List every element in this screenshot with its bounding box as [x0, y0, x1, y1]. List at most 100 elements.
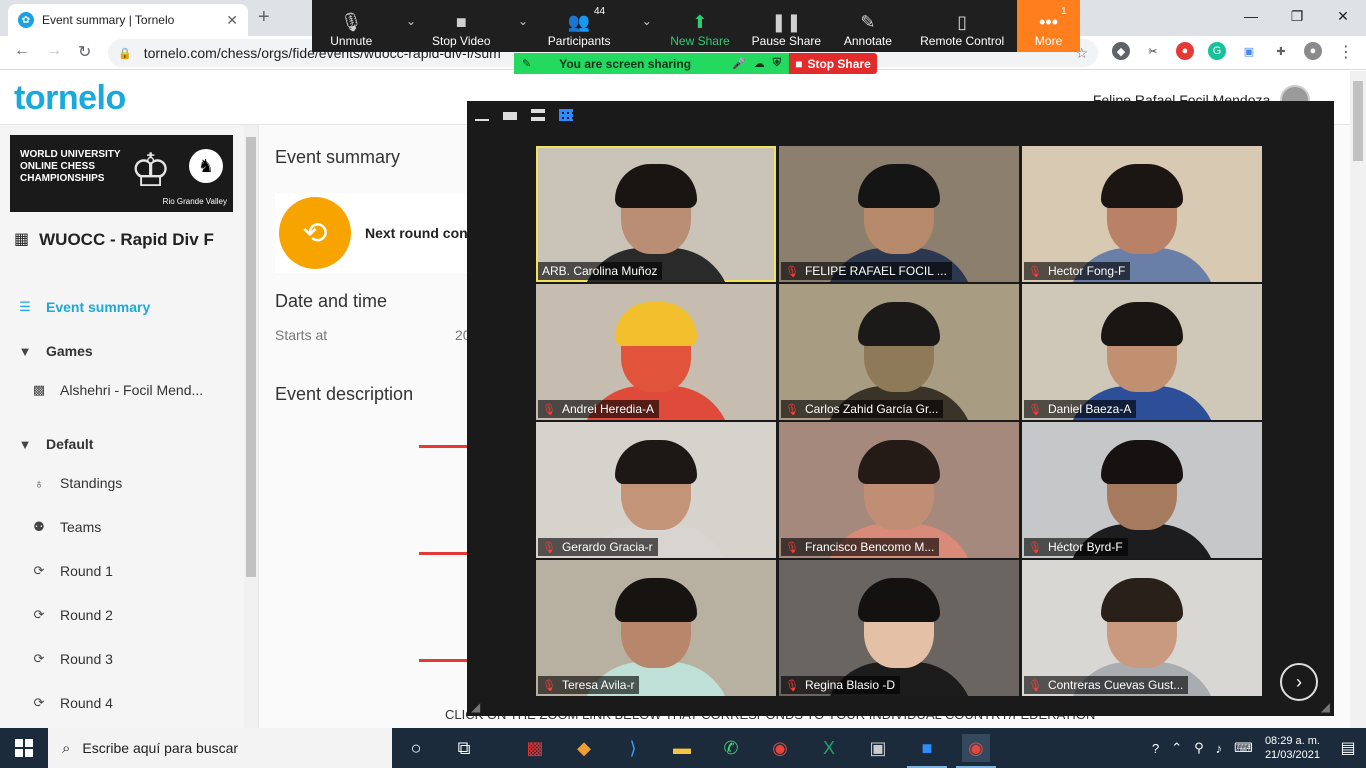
back-arrow-icon[interactable]: ←	[14, 42, 30, 60]
new-share-button[interactable]: ⬆ New Share	[656, 0, 744, 52]
button-label: Stop Share	[807, 56, 871, 71]
whatsapp-icon[interactable]: ✆	[717, 734, 745, 762]
red-divider	[419, 445, 469, 448]
participants-count: 44	[594, 6, 606, 17]
nav-label: Round 3	[60, 651, 113, 667]
gallery-view-icon[interactable]	[559, 109, 573, 121]
chevron-up-icon[interactable]: ⌃	[1171, 740, 1182, 756]
muted-microphone-icon: 🎙	[542, 541, 556, 554]
shield-icon: ⛨	[772, 57, 781, 69]
round-icon: ⟳	[33, 607, 45, 622]
forward-arrow-icon[interactable]: →	[46, 42, 62, 60]
video-camera-icon: ■	[455, 12, 467, 32]
remote-control-button[interactable]: ▯ Remote Control	[907, 0, 1017, 52]
chrome-icon[interactable]: ◉	[766, 734, 794, 762]
vscode-icon[interactable]: ⟩	[619, 734, 647, 762]
zoom-app-icon[interactable]: ■	[907, 734, 947, 768]
nav-round-4[interactable]: ⟳ Round 4	[28, 695, 258, 711]
nav-event-summary[interactable]: ☰ Event summary	[14, 299, 244, 315]
video-tile[interactable]: 🎙 Hector Fong-F	[1022, 146, 1262, 282]
video-tile[interactable]: 🎙 Gerardo Gracia-r	[536, 422, 776, 558]
nav-default-group[interactable]: ▼ Default	[14, 436, 244, 452]
event-title-text: WUOCC - Rapid Div F	[39, 230, 214, 249]
stop-share-button[interactable]: ■ Stop Share	[789, 53, 877, 74]
medal-icon: ♁	[34, 475, 44, 491]
pause-share-button[interactable]: ❚❚ Pause Share	[744, 0, 828, 52]
scissors-extension-icon[interactable]: ✂	[1144, 42, 1162, 60]
video-tile[interactable]: 🎙 Daniel Baeza-A	[1022, 284, 1262, 420]
video-tile[interactable]: 🎙 Contreras Cuevas Gust...	[1022, 560, 1262, 696]
participant-name: Francisco Bencomo M...	[804, 540, 935, 554]
network-icon[interactable]: ⚲	[1194, 740, 1204, 756]
event-banner: WORLD UNIVERSITY ONLINE CHESS CHAMPIONSH…	[10, 135, 233, 212]
nav-game-item[interactable]: ▩ Alshehri - Focil Mend...	[28, 382, 258, 398]
clock[interactable]: 08:29 a. m. 21/03/2021	[1265, 734, 1320, 762]
unmute-button[interactable]: 🎙 Unmute	[312, 0, 391, 52]
file-explorer-icon[interactable]: ▬	[668, 734, 696, 762]
nav-games-group[interactable]: ▼ Games	[14, 343, 244, 359]
speaker-view-icon[interactable]	[503, 112, 517, 120]
close-window-icon[interactable]: ✕	[1320, 0, 1366, 32]
video-options-caret[interactable]: ⌄	[503, 0, 532, 52]
video-tile[interactable]: 🎙 FELIPE RAFAEL FOCIL ...	[779, 146, 1019, 282]
video-tile[interactable]: 🎙 Carlos Zahid García Gr...	[779, 284, 1019, 420]
translate-extension-icon[interactable]: ▣	[1240, 42, 1258, 60]
banner-title: WORLD UNIVERSITY ONLINE CHESS CHAMPIONSH…	[20, 149, 121, 184]
tab-close-icon[interactable]: ✕	[226, 12, 238, 29]
more-button[interactable]: 1 ••• More	[1017, 0, 1081, 52]
resize-grip-icon[interactable]: ◢	[471, 700, 480, 714]
task-view-icon[interactable]: ⧉	[450, 734, 478, 762]
profile-avatar-icon[interactable]: ●	[1304, 42, 1322, 60]
tornelo-logo[interactable]: tornelo	[14, 79, 126, 118]
pin-icon[interactable]: ✎	[522, 57, 531, 70]
resize-grip-icon[interactable]: ◢	[1321, 700, 1330, 714]
nav-round-2[interactable]: ⟳ Round 2	[28, 607, 258, 623]
taskbar-search[interactable]: ⌕ Escribe aquí para buscar	[48, 728, 392, 768]
extension-icon[interactable]: ◆	[1112, 42, 1130, 60]
chess-app-icon[interactable]: ▩	[521, 734, 549, 762]
participants-button[interactable]: 44 👥 Participants	[532, 0, 626, 52]
new-tab-button[interactable]: +	[258, 6, 270, 29]
video-tile[interactable]: 🎙 Regina Blasio -D	[779, 560, 1019, 696]
grammarly-extension-icon[interactable]: G	[1208, 42, 1226, 60]
video-tile[interactable]: 🎙 Héctor Byrd-F	[1022, 422, 1262, 558]
nav-round-1[interactable]: ⟳ Round 1	[28, 563, 258, 579]
nav-standings[interactable]: ♁ Standings	[28, 475, 258, 491]
page-scrollbar-thumb[interactable]	[1353, 81, 1363, 161]
photos-icon[interactable]: ▣	[864, 734, 892, 762]
volume-icon[interactable]: ♪	[1216, 741, 1223, 756]
minimize-icon[interactable]: —	[1228, 0, 1274, 32]
video-tile[interactable]: ARB. Carolina Muñoz	[536, 146, 776, 282]
stop-video-button[interactable]: ■ Stop Video	[420, 0, 503, 52]
excel-icon[interactable]: X	[815, 734, 843, 762]
minimize-view-icon[interactable]	[475, 109, 489, 121]
git-app-icon[interactable]: ◆	[570, 734, 598, 762]
participants-options-caret[interactable]: ⌄	[626, 0, 655, 52]
notifications-icon[interactable]: ▤	[1330, 738, 1366, 758]
browser-tab[interactable]: ✿ Event summary | Tornelo ✕	[8, 4, 248, 36]
restore-icon[interactable]: ❐	[1274, 0, 1320, 32]
adblock-extension-icon[interactable]: ●	[1176, 42, 1194, 60]
keyboard-icon[interactable]: ⌨	[1234, 740, 1253, 756]
nav-teams[interactable]: ⚉ Teams	[28, 519, 258, 535]
audio-options-caret[interactable]: ⌄	[391, 0, 420, 52]
chrome-active-icon[interactable]: ◉	[956, 734, 996, 768]
puzzle-extensions-icon[interactable]: ✚	[1272, 42, 1290, 60]
annotate-button[interactable]: ✎ Annotate	[829, 0, 908, 52]
video-tile[interactable]: 🎙 Andrei Heredia-A	[536, 284, 776, 420]
next-page-arrow-icon[interactable]: ›	[1280, 663, 1318, 701]
sidebar-scrollbar-thumb[interactable]	[246, 137, 256, 577]
chrome-menu-icon[interactable]: ⋮	[1338, 42, 1354, 62]
calendar-icon: ▦	[14, 231, 30, 248]
start-button[interactable]	[0, 728, 48, 768]
video-tile[interactable]: 🎙 Teresa Avila-r	[536, 560, 776, 696]
cloud-icon: ☁	[753, 58, 765, 70]
strip-view-icon[interactable]	[531, 109, 545, 121]
reload-icon[interactable]: ↻	[78, 42, 91, 62]
video-tile[interactable]: 🎙 Francisco Bencomo M...	[779, 422, 1019, 558]
cortana-icon[interactable]: ○	[402, 734, 430, 762]
zoom-gallery-window: ARB. Carolina Muñoz 🎙 FELIPE RAFAEL FOCIL …	[467, 101, 1334, 716]
page-scrollbar[interactable]	[1350, 71, 1366, 728]
nav-round-3[interactable]: ⟳ Round 3	[28, 651, 258, 667]
help-icon[interactable]: ?	[1152, 741, 1159, 756]
